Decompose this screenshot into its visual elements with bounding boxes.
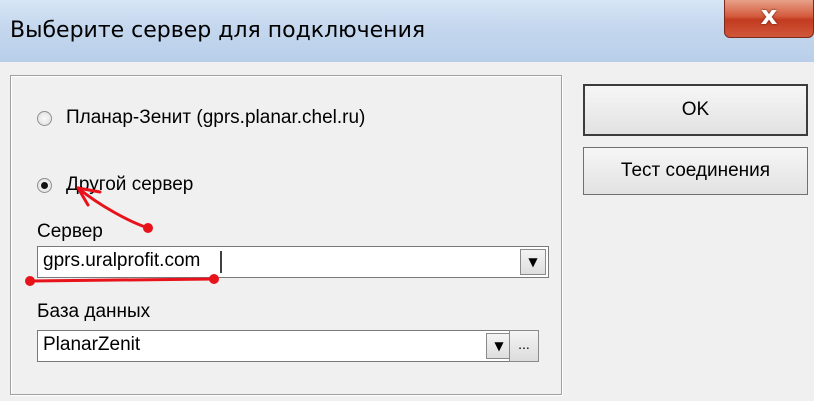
radio-button-unchecked[interactable]: [37, 110, 52, 126]
radio-option-label: Планар-Зенит (gprs.planar.chel.ru): [66, 107, 366, 128]
test-connection-button[interactable]: Тест соединения: [583, 147, 808, 195]
close-icon: x: [760, 1, 778, 31]
radio-option-label: Другой сервер: [66, 174, 194, 195]
radio-button-checked[interactable]: [37, 177, 52, 193]
database-combobox[interactable]: PlanarZenit ▼: [37, 330, 515, 362]
server-input[interactable]: gprs.uralprofit.com: [43, 250, 200, 272]
browse-database-button[interactable]: ...: [509, 330, 539, 362]
database-input[interactable]: PlanarZenit: [43, 334, 140, 356]
radio-option-planar[interactable]: Планар-Зенит (gprs.planar.chel.ru): [37, 107, 365, 129]
radio-option-other-server[interactable]: Другой сервер: [37, 174, 193, 196]
close-button[interactable]: x: [724, 0, 814, 38]
title-bar: Выберите сервер для подключения x: [0, 0, 814, 63]
chevron-down-icon[interactable]: ▼: [520, 249, 546, 275]
dialog-body: Планар-Зенит (gprs.planar.chel.ru) Друго…: [0, 62, 814, 401]
database-label: База данных: [37, 301, 151, 322]
window-title: Выберите сервер для подключения: [10, 18, 426, 43]
server-label: Сервер: [37, 221, 103, 242]
server-group: Планар-Зенит (gprs.planar.chel.ru) Друго…: [10, 75, 562, 395]
ok-button[interactable]: OK: [583, 84, 808, 136]
server-combobox[interactable]: gprs.uralprofit.com ▼: [37, 246, 549, 278]
